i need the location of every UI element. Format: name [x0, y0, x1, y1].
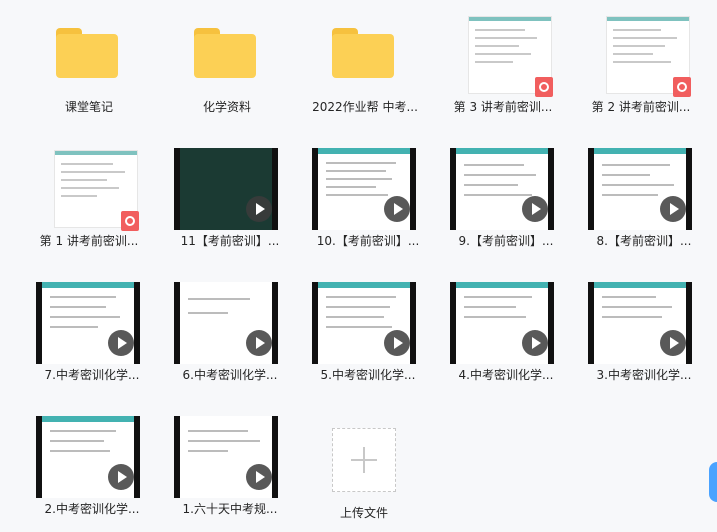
pdf-thumbnail [468, 16, 553, 97]
item-label: 11【考前密训】... [180, 234, 280, 248]
pdf-thumbnail [606, 16, 691, 97]
video-item[interactable]: 1.六十天中考规... [144, 402, 278, 530]
video-thumbnail [312, 148, 416, 230]
pdf-thumbnail [54, 150, 139, 231]
item-label: 10.【考前密训】... [316, 234, 420, 248]
folder-icon [194, 28, 256, 78]
video-item[interactable]: 6.中考密训化学... [144, 268, 278, 396]
play-icon [108, 464, 134, 490]
video-thumbnail [174, 148, 278, 230]
folder-icon [56, 28, 118, 78]
video-thumbnail [588, 282, 692, 364]
video-item[interactable]: 8.【考前密训】... [558, 134, 692, 262]
pdf-item[interactable]: 第 3 讲考前密训... [438, 0, 568, 128]
video-item[interactable]: 9.【考前密训】... [420, 134, 554, 262]
item-label: 1.六十天中考规... [182, 502, 278, 516]
video-thumbnail [588, 148, 692, 230]
video-item[interactable]: 5.中考密训化学... [282, 268, 416, 396]
play-icon [246, 330, 272, 356]
video-thumbnail [174, 282, 278, 364]
video-item[interactable]: 2.中考密训化学... [6, 402, 140, 530]
folder-item[interactable]: 2022作业帮 中考... [300, 0, 430, 128]
item-label: 第 1 讲考前密训... [39, 234, 139, 248]
item-label: 6.中考密训化学... [182, 368, 278, 382]
video-thumbnail [450, 282, 554, 364]
item-label: 9.【考前密训】... [458, 234, 554, 248]
video-item[interactable]: 7.中考密训化学... [6, 268, 140, 396]
pdf-item[interactable]: 第 1 讲考前密训... [24, 134, 154, 262]
item-label: 7.中考密训化学... [44, 368, 140, 382]
upload-button[interactable] [332, 428, 396, 492]
plus-icon [363, 447, 365, 473]
pdf-item[interactable]: 第 2 讲考前密训... [576, 0, 706, 128]
pdf-icon [673, 77, 691, 97]
video-item[interactable]: 10.【考前密训】... [282, 134, 419, 262]
video-item[interactable]: 4.中考密训化学... [420, 268, 554, 396]
item-label: 3.中考密训化学... [596, 368, 692, 382]
play-icon [522, 196, 548, 222]
item-label: 第 3 讲考前密训... [453, 100, 553, 114]
item-label: 课堂笔记 [64, 100, 113, 114]
folder-item[interactable]: 课堂笔记 [24, 0, 154, 128]
video-thumbnail [450, 148, 554, 230]
folder-item[interactable]: 化学资料 [162, 0, 292, 128]
item-label: 化学资料 [202, 100, 251, 114]
play-icon [246, 464, 272, 490]
assistant-icon[interactable] [709, 462, 717, 502]
item-label: 8.【考前密训】... [596, 234, 692, 248]
play-icon [660, 330, 686, 356]
play-icon [384, 196, 410, 222]
item-label: 4.中考密训化学... [458, 368, 554, 382]
play-icon [660, 196, 686, 222]
play-icon [246, 196, 272, 222]
upload-label: 上传文件 [339, 506, 388, 520]
video-item[interactable]: 11【考前密训】... [144, 134, 279, 262]
pdf-icon [121, 211, 139, 231]
play-icon [108, 330, 134, 356]
video-item[interactable]: 3.中考密训化学... [558, 268, 692, 396]
item-label: 2022作业帮 中考... [312, 100, 418, 114]
pdf-icon [535, 77, 553, 97]
item-label: 5.中考密训化学... [320, 368, 416, 382]
play-icon [522, 330, 548, 356]
video-thumbnail [174, 416, 278, 498]
play-icon [384, 330, 410, 356]
video-thumbnail [36, 416, 140, 498]
item-label: 2.中考密训化学... [44, 502, 140, 516]
folder-icon [332, 28, 394, 78]
video-thumbnail [312, 282, 416, 364]
video-thumbnail [36, 282, 140, 364]
item-label: 第 2 讲考前密训... [591, 100, 691, 114]
